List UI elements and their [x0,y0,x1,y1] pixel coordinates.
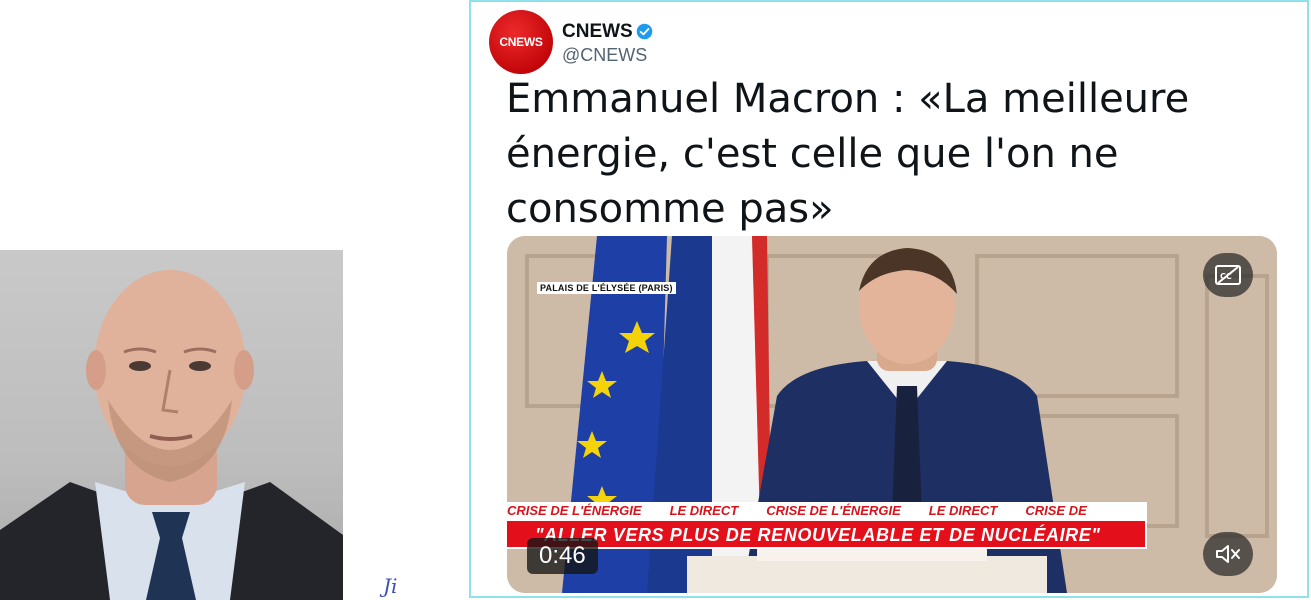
portrait-photo [0,250,343,600]
ticker-item: CRISE DE L'ÉNERGIE [507,503,642,518]
location-tag: PALAIS DE L'ÉLYSÉE (PARIS) [537,282,676,294]
news-ticker: CRISE DE L'ÉNERGIE LE DIRECT CRISE DE L'ÉN… [507,502,1147,519]
mute-button[interactable] [1203,532,1253,576]
tweet-text: Emmanuel Macron : «La meilleure énergie,… [506,76,1190,232]
portrait-illustration [0,270,343,600]
closed-captions-icon: CC [1215,265,1241,285]
ticker-item: CRISE DE L'ÉNERGIE [766,503,901,518]
closed-captions-button[interactable]: CC [1203,253,1253,297]
account-handle[interactable]: @CNEWS [562,45,647,66]
video-player[interactable]: PALAIS DE L'ÉLYSÉE (PARIS) CRISE DE L'ÉN… [507,236,1277,593]
video-timestamp: 0:46 [527,538,598,574]
signature-initials: Ji [383,574,398,598]
cnews-logo: CNEWS [499,35,543,49]
account-name[interactable]: CNEWS [562,21,633,43]
speaker-muted-icon [1216,545,1240,563]
tweet-card[interactable]: CNEWS CNEWS @CNEWS Emmanuel Macron : «La… [469,0,1309,598]
ticker-item: LE DIRECT [669,503,739,518]
ticker-item: LE DIRECT [928,503,998,518]
ticker-item: CRISE DE [1025,503,1087,518]
verified-badge-icon [636,23,653,40]
account-avatar[interactable]: CNEWS [489,10,553,74]
headline-text: "ALLER VERS PLUS DE RENOUVELABLE ET DE N… [535,525,1101,545]
headline-bar: "ALLER VERS PLUS DE RENOUVELABLE ET DE N… [507,519,1147,549]
